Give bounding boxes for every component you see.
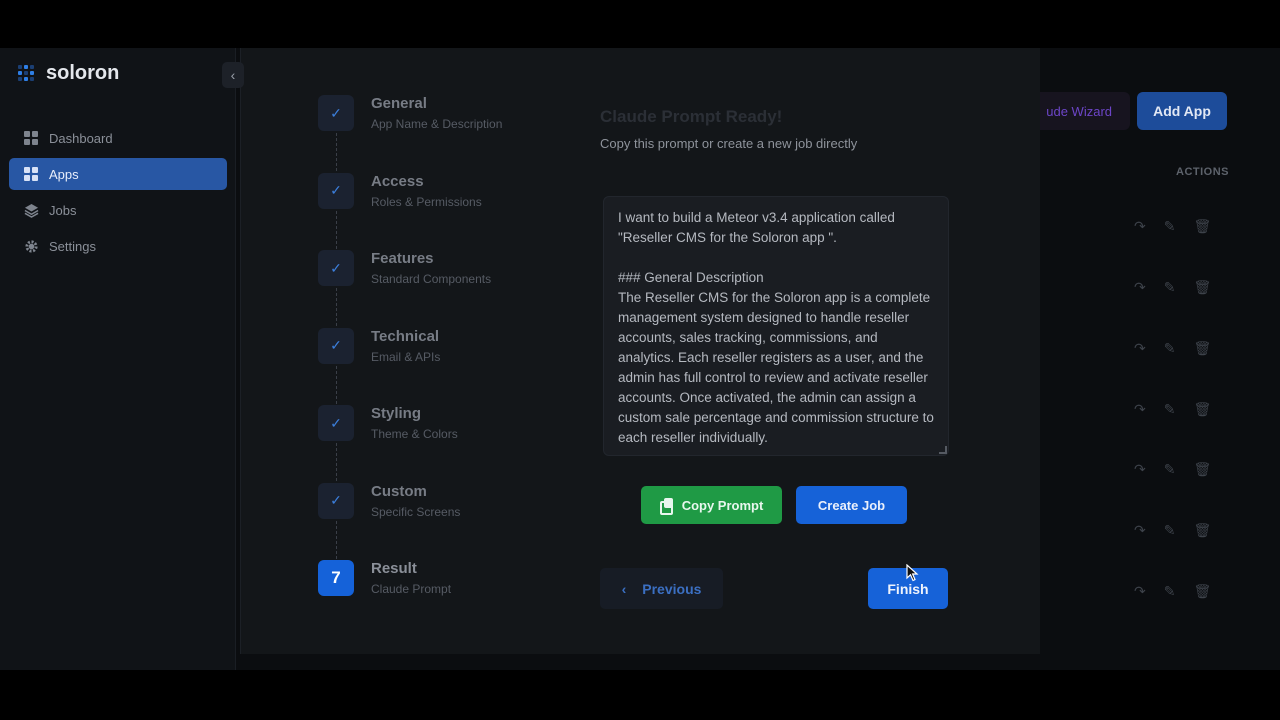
- apps-icon: [23, 166, 39, 182]
- resize-handle[interactable]: [939, 446, 947, 454]
- step-number: 7: [318, 560, 354, 596]
- layers-icon: [23, 202, 39, 218]
- check-icon: ✓: [318, 95, 354, 131]
- row-actions: ↷ ✎ 🗑: [1134, 218, 1211, 235]
- check-icon: ✓: [318, 172, 354, 209]
- step-connector: [336, 210, 337, 249]
- step-subtitle: Specific Screens: [371, 504, 461, 519]
- previous-button[interactable]: ‹ Previous: [600, 568, 723, 609]
- app-window: soloron Dashboard Apps Jobs Settings ‹ u…: [0, 48, 1280, 670]
- brand-name: soloron: [46, 62, 120, 84]
- sidebar-item-label: Apps: [49, 166, 79, 182]
- trash-icon[interactable]: 🗑: [1193, 340, 1211, 357]
- check-icon: ✓: [318, 482, 354, 519]
- copy-prompt-label: Copy Prompt: [681, 497, 764, 513]
- step-subtitle: App Name & Description: [371, 117, 503, 131]
- trash-icon[interactable]: 🗑: [1193, 461, 1211, 478]
- edit-icon[interactable]: ✎: [1164, 401, 1176, 418]
- gear-icon: [23, 238, 39, 254]
- sidebar-item-dashboard[interactable]: Dashboard: [9, 122, 227, 154]
- result-title: Claude Prompt Ready!: [600, 107, 783, 126]
- edit-icon[interactable]: ✎: [1164, 279, 1176, 296]
- check-icon: ✓: [318, 405, 354, 441]
- share-icon[interactable]: ↷: [1134, 340, 1146, 357]
- edit-icon[interactable]: ✎: [1164, 583, 1176, 600]
- step-connector: [336, 365, 337, 404]
- share-icon[interactable]: ↷: [1134, 279, 1146, 296]
- step-subtitle: Email & APIs: [371, 349, 441, 364]
- trash-icon[interactable]: 🗑: [1193, 279, 1211, 296]
- share-icon[interactable]: ↷: [1134, 522, 1146, 539]
- dashboard-icon: [23, 130, 39, 146]
- share-icon[interactable]: ↷: [1134, 218, 1146, 235]
- step-subtitle: Roles & Permissions: [371, 194, 482, 209]
- step-title: Styling: [371, 405, 422, 422]
- prompt-textarea[interactable]: I want to build a Meteor v3.4 applicatio…: [603, 196, 949, 456]
- brand[interactable]: soloron: [18, 62, 119, 85]
- finish-label: Finish: [887, 580, 929, 597]
- step-subtitle: Theme & Colors: [371, 427, 458, 441]
- row-actions: ↷ ✎ 🗑: [1134, 583, 1211, 600]
- row-actions: ↷ ✎ 🗑: [1134, 461, 1211, 478]
- edit-icon[interactable]: ✎: [1164, 461, 1176, 478]
- step-title: Technical: [371, 327, 440, 345]
- step-connector: [336, 133, 337, 171]
- share-icon[interactable]: ↷: [1134, 583, 1146, 600]
- sidebar-item-label: Jobs: [49, 202, 77, 218]
- previous-label: Previous: [642, 580, 702, 597]
- step-title: General: [371, 95, 427, 112]
- mouse-cursor-icon: [906, 564, 919, 582]
- sidebar: soloron Dashboard Apps Jobs Settings: [0, 48, 236, 670]
- share-icon[interactable]: ↷: [1134, 401, 1146, 418]
- check-icon: ✓: [318, 327, 354, 364]
- copy-icon: [659, 498, 674, 515]
- create-job-button[interactable]: Create Job: [796, 486, 907, 524]
- sidebar-item-label: Settings: [49, 238, 96, 254]
- row-actions: ↷ ✎ 🗑: [1134, 401, 1211, 418]
- step-subtitle: Standard Components: [371, 272, 492, 286]
- share-icon[interactable]: ↷: [1134, 461, 1146, 478]
- collapse-sidebar-button[interactable]: ‹: [222, 62, 244, 88]
- sidebar-item-settings[interactable]: Settings: [9, 230, 227, 262]
- wizard-modal: ✓ General App Name & Description ✓ Acces…: [240, 48, 1040, 654]
- check-icon: ✓: [318, 250, 354, 286]
- trash-icon[interactable]: 🗑: [1193, 218, 1211, 235]
- row-actions: ↷ ✎ 🗑: [1134, 340, 1211, 357]
- add-app-button[interactable]: Add App: [1137, 92, 1227, 130]
- actions-column-header: ACTIONS: [1176, 166, 1229, 178]
- step-title: Result: [371, 560, 417, 577]
- sidebar-item-jobs[interactable]: Jobs: [9, 194, 227, 226]
- trash-icon[interactable]: 🗑: [1193, 522, 1211, 539]
- step-connector: [336, 443, 337, 481]
- edit-icon[interactable]: ✎: [1164, 522, 1176, 539]
- copy-prompt-button[interactable]: Copy Prompt: [641, 486, 782, 524]
- create-job-label: Create Job: [817, 497, 886, 513]
- result-subtitle: Copy this prompt or create a new job dir…: [600, 136, 858, 151]
- step-connector: [336, 520, 337, 559]
- letterbox-bottom: [0, 670, 1280, 720]
- chevron-left-icon: ‹: [230, 67, 236, 83]
- sidebar-nav: Dashboard Apps Jobs Settings: [9, 122, 227, 266]
- brand-logo-icon: [18, 64, 36, 83]
- trash-icon[interactable]: 🗑: [1193, 401, 1211, 418]
- step-connector: [336, 288, 337, 326]
- step-subtitle: Claude Prompt: [371, 582, 452, 596]
- trash-icon[interactable]: 🗑: [1193, 583, 1211, 600]
- chevron-left-icon: ‹: [621, 580, 627, 597]
- edit-icon[interactable]: ✎: [1164, 218, 1176, 235]
- step-title: Access: [371, 172, 424, 190]
- edit-icon[interactable]: ✎: [1164, 340, 1176, 357]
- sidebar-item-apps[interactable]: Apps: [9, 158, 227, 190]
- letterbox-top: [0, 0, 1280, 48]
- row-actions: ↷ ✎ 🗑: [1134, 522, 1211, 539]
- sidebar-item-label: Dashboard: [49, 130, 113, 146]
- add-app-label: Add App: [1153, 103, 1211, 119]
- step-title: Features: [371, 250, 434, 267]
- row-actions: ↷ ✎ 🗑: [1134, 279, 1211, 296]
- claude-wizard-label: ude Wizard: [1046, 103, 1112, 119]
- step-title: Custom: [371, 482, 427, 500]
